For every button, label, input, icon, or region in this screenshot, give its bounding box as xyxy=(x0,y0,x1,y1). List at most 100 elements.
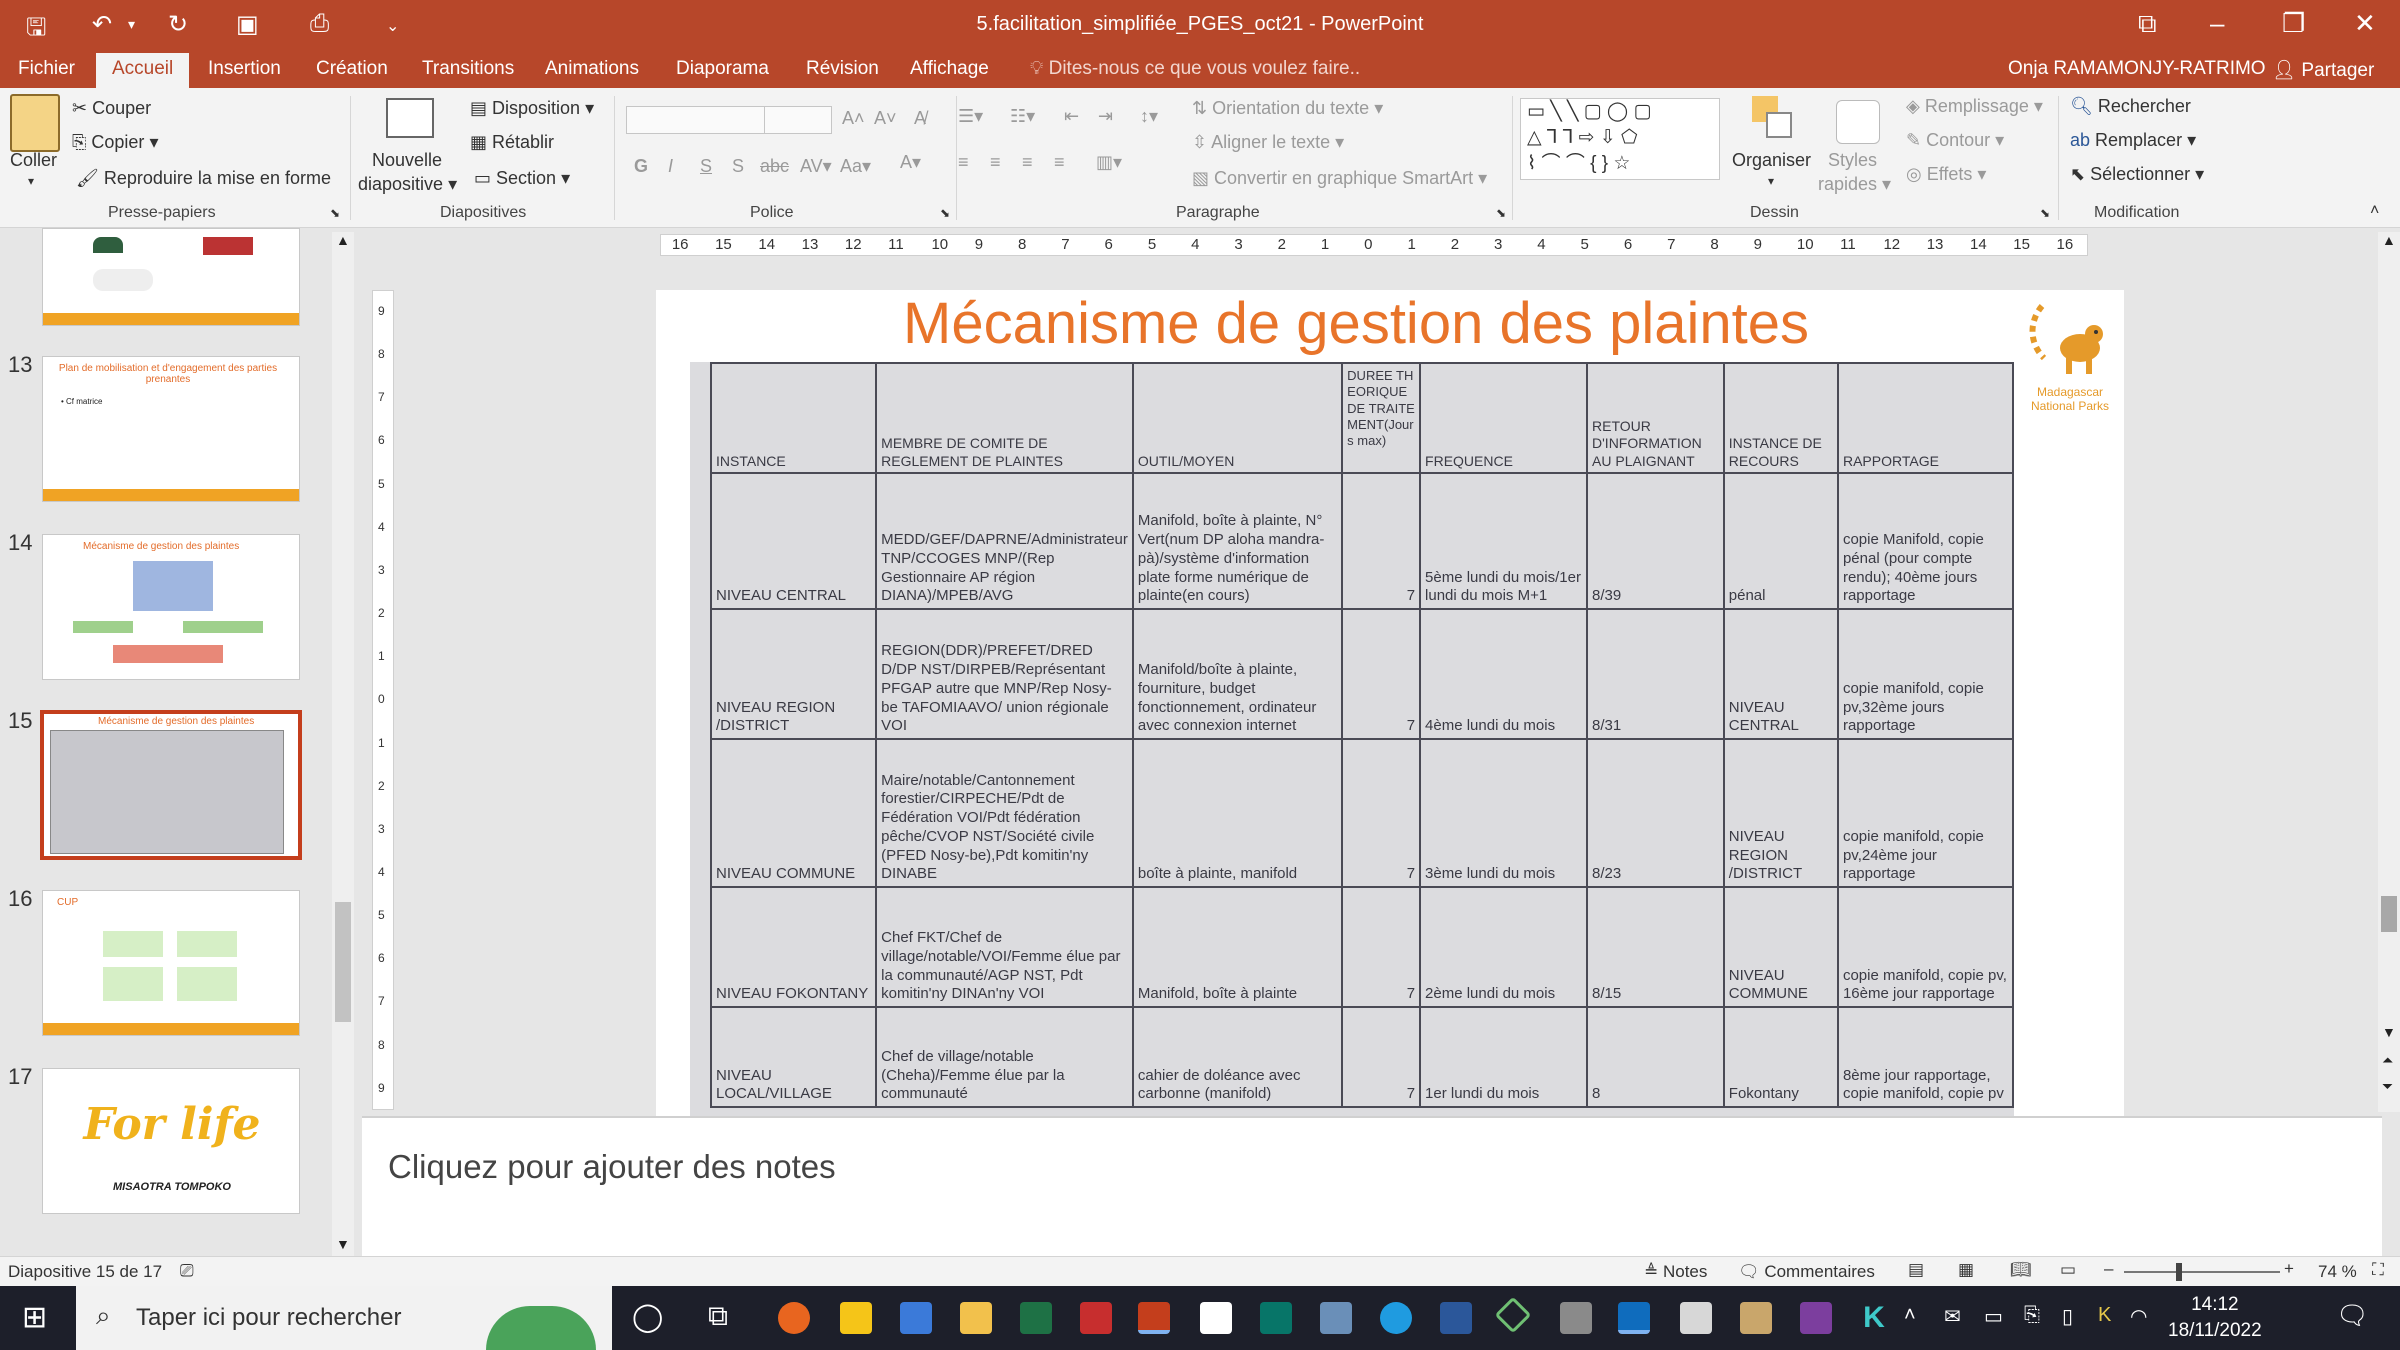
change-case-icon[interactable]: Aa▾ xyxy=(840,156,871,177)
powerpoint-icon[interactable] xyxy=(1138,1302,1170,1334)
paste-button[interactable]: Coller xyxy=(10,150,57,171)
scroll-up-icon[interactable]: ▲ xyxy=(336,232,350,248)
tab-fichier[interactable]: Fichier xyxy=(18,58,75,80)
tab-transitions[interactable]: Transitions xyxy=(422,58,514,80)
user-name[interactable]: Onja RAMAMONJY-RATRIMO xyxy=(2008,58,2266,80)
tab-accueil[interactable]: Accueil xyxy=(96,53,190,89)
paste-dropdown-icon[interactable]: ▾ xyxy=(28,174,34,188)
numbering-icon[interactable]: ☷▾ xyxy=(1010,106,1035,127)
scroll-down-icon[interactable]: ▼ xyxy=(2382,1024,2396,1040)
device-icon[interactable]: ⎘ xyxy=(2024,1304,2040,1327)
tab-affichage[interactable]: Affichage xyxy=(910,58,989,80)
quick-styles-dropdown[interactable]: rapides ▾ xyxy=(1818,174,1891,195)
align-right-icon[interactable]: ≡ xyxy=(1022,152,1033,173)
notification-center-icon[interactable]: 🗨︎ xyxy=(2336,1300,2369,1331)
align-left-icon[interactable]: ≡ xyxy=(958,152,969,173)
clipboard-launcher-icon[interactable]: ⬊ xyxy=(330,206,340,220)
task-view-icon[interactable]: ⧉ xyxy=(708,1300,728,1333)
calculator-icon[interactable] xyxy=(900,1302,932,1334)
battery-icon[interactable]: ▭ xyxy=(1984,1304,2003,1329)
edge-icon[interactable] xyxy=(1380,1302,1412,1334)
editor-scrollbar[interactable]: ▲ ▼ ⏶ ⏷ xyxy=(2378,232,2400,1112)
zoom-in-icon[interactable]: + xyxy=(2284,1259,2294,1279)
slide-thumbnail-15[interactable]: Mécanisme de gestion des plaintes xyxy=(40,710,302,860)
app-tray-icon[interactable]: K xyxy=(2098,1304,2111,1327)
increase-indent-icon[interactable]: ⇥ xyxy=(1098,106,1113,127)
firefox-icon[interactable] xyxy=(778,1302,810,1334)
file-explorer-icon[interactable] xyxy=(960,1302,992,1334)
align-center-icon[interactable]: ≡ xyxy=(990,152,1001,173)
thumbnail-scrollbar[interactable]: ▲ ▼ xyxy=(332,232,354,1256)
justify-icon[interactable]: ≡ xyxy=(1054,152,1065,173)
copy-button[interactable]: ⎘ Copier ▾ xyxy=(72,132,158,153)
bold-icon[interactable]: G xyxy=(634,156,648,177)
paragraph-launcher-icon[interactable]: ⬊ xyxy=(1496,206,1506,220)
shape-outline-button[interactable]: ✎ Contour ▾ xyxy=(1906,130,2004,151)
select-button[interactable]: ⬉ Sélectionner ▾ xyxy=(2070,164,2204,185)
pdf-reader-icon[interactable] xyxy=(1080,1302,1112,1334)
scroll-thumb[interactable] xyxy=(335,902,351,1022)
strikethrough-icon[interactable]: abc xyxy=(760,156,789,177)
bullets-icon[interactable]: ☰▾ xyxy=(958,106,983,127)
paste-icon[interactable] xyxy=(10,94,60,152)
app-icon[interactable] xyxy=(1680,1302,1712,1334)
slideshow-view-icon[interactable]: ▭ xyxy=(2060,1260,2076,1280)
drawing-launcher-icon[interactable]: ⬊ xyxy=(2040,206,2050,220)
ribbon-display-options-icon[interactable]: ⧉ xyxy=(2138,8,2157,40)
usb-icon[interactable]: ▯ xyxy=(2062,1304,2073,1329)
arrange-dropdown-icon[interactable]: ▾ xyxy=(1768,174,1774,188)
character-spacing-icon[interactable]: AV▾ xyxy=(800,156,832,177)
spellcheck-icon[interactable]: ⎚ xyxy=(180,1261,194,1281)
quick-styles-icon[interactable] xyxy=(1836,100,1880,144)
reading-view-icon[interactable]: 📖︎ xyxy=(2010,1260,2032,1280)
new-slide-button[interactable]: Nouvelle xyxy=(372,150,442,171)
notes-toggle[interactable]: ≜ Notes xyxy=(1644,1262,1707,1282)
tab-insertion[interactable]: Insertion xyxy=(208,58,281,80)
app-icon[interactable] xyxy=(1494,1296,1532,1334)
slide-title[interactable]: Mécanisme de gestion des plaintes xyxy=(656,290,2056,357)
clear-formatting-icon[interactable]: A̸ xyxy=(914,108,926,129)
app-icon[interactable] xyxy=(1740,1302,1772,1334)
section-button[interactable]: ▭ Section ▾ xyxy=(474,168,570,189)
reset-button[interactable]: ▦ Rétablir xyxy=(470,132,554,153)
windows-start-icon[interactable]: ⊞ xyxy=(22,1300,47,1335)
font-size-select[interactable] xyxy=(764,106,832,134)
word-icon[interactable] xyxy=(1440,1302,1472,1334)
previous-slide-icon[interactable]: ⏶ xyxy=(2382,1052,2393,1069)
mail-icon[interactable]: ✉ xyxy=(1944,1304,1961,1329)
cut-button[interactable]: ✂ Couper xyxy=(72,98,151,119)
next-slide-icon[interactable]: ⏷ xyxy=(2382,1078,2393,1095)
zoom-slider[interactable] xyxy=(2124,1271,2280,1273)
tab-animations[interactable]: Animations xyxy=(545,58,639,80)
app-icon[interactable] xyxy=(1320,1302,1352,1334)
shape-effects-button[interactable]: ◎ Effets ▾ xyxy=(1906,164,1986,185)
text-direction-button[interactable]: ⇅ Orientation du texte ▾ xyxy=(1192,98,1383,119)
tab-creation[interactable]: Création xyxy=(316,58,388,80)
shadow-icon[interactable]: S xyxy=(732,156,744,177)
new-slide-icon[interactable] xyxy=(386,98,434,138)
font-launcher-icon[interactable]: ⬊ xyxy=(940,206,950,220)
zoom-out-icon[interactable]: – xyxy=(2104,1259,2113,1279)
arrange-button[interactable]: Organiser xyxy=(1732,150,1811,171)
cortana-icon[interactable]: ◯ xyxy=(632,1300,663,1333)
layout-button[interactable]: ▤ Disposition ▾ xyxy=(470,98,594,119)
outlook-icon[interactable] xyxy=(1618,1302,1650,1334)
app-icon[interactable] xyxy=(1800,1302,1832,1334)
slide-sorter-icon[interactable]: ▦ xyxy=(1958,1260,1974,1280)
tab-diaporama[interactable]: Diaporama xyxy=(676,58,769,80)
slide-thumbnail-17[interactable]: For life MISAOTRA TOMPOKO xyxy=(42,1068,300,1214)
quick-styles-button[interactable]: Styles xyxy=(1828,150,1877,171)
replace-button[interactable]: ab Remplacer ▾ xyxy=(2070,130,2196,151)
line-spacing-icon[interactable]: ↕▾ xyxy=(1140,106,1158,127)
grow-font-icon[interactable]: A˄ xyxy=(842,108,865,129)
complaint-table-photo[interactable]: INSTANCE MEMBRE DE COMITE DE REGLEMENT D… xyxy=(690,362,2015,1116)
share-button[interactable]: 👤︎ Partager xyxy=(2272,58,2374,82)
notes-pane[interactable]: Cliquez pour ajouter des notes xyxy=(362,1116,2382,1256)
excel-icon[interactable] xyxy=(1020,1302,1052,1334)
kaspersky-icon[interactable]: K xyxy=(1858,1302,1890,1334)
align-text-button[interactable]: ⇳ Aligner le texte ▾ xyxy=(1192,132,1344,153)
scroll-down-icon[interactable]: ▼ xyxy=(336,1236,350,1252)
shapes-gallery[interactable]: ▭ ╲ ╲ ▢ ◯ ▢ △ ⅂ ⅂ ⇨ ⇩ ⬠ ⌇ ⌒ ⌒ { } ☆ xyxy=(1520,98,1720,180)
collapse-ribbon-icon[interactable]: ˄ xyxy=(2370,202,2379,220)
sticky-notes-icon[interactable] xyxy=(840,1302,872,1334)
